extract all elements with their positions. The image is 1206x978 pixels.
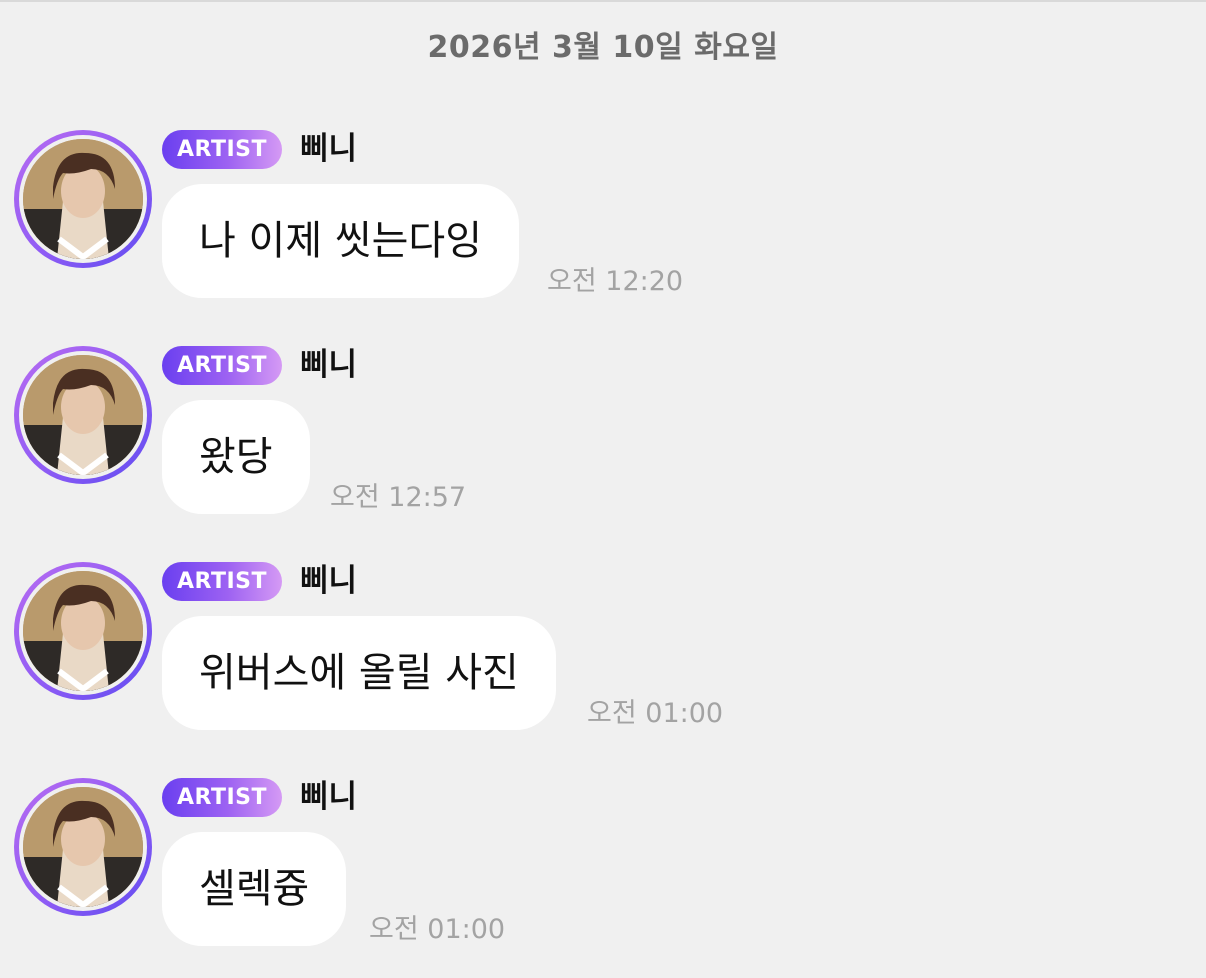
artist-photo-icon bbox=[23, 139, 143, 259]
message-timestamp: 오전 12:57 bbox=[330, 482, 467, 513]
sender-name[interactable]: 삐니 bbox=[300, 130, 357, 169]
message-bubble[interactable]: 왔당 bbox=[162, 400, 310, 514]
artist-photo-icon bbox=[23, 571, 143, 691]
message-row: ARTIST 삐니 위버스에 올릴 사진 오전 01:00 bbox=[0, 562, 1206, 762]
sender-name[interactable]: 삐니 bbox=[300, 778, 357, 817]
artist-badge: ARTIST bbox=[162, 778, 282, 817]
artist-photo-icon bbox=[23, 787, 143, 907]
date-header: 2026년 3월 10일 화요일 bbox=[427, 30, 779, 65]
message-timestamp: 오전 01:00 bbox=[369, 914, 506, 945]
artist-badge: ARTIST bbox=[162, 562, 282, 601]
message-bubble[interactable]: 셀렉즁 bbox=[162, 832, 347, 946]
avatar[interactable] bbox=[14, 130, 152, 268]
artist-badge: ARTIST bbox=[162, 346, 282, 385]
sender-name[interactable]: 삐니 bbox=[300, 562, 357, 601]
artist-badge: ARTIST bbox=[162, 130, 282, 169]
message-bubble[interactable]: 위버스에 올릴 사진 bbox=[162, 616, 556, 730]
message-timestamp: 오전 01:00 bbox=[587, 698, 724, 729]
message-timestamp: 오전 12:20 bbox=[547, 266, 684, 297]
avatar[interactable] bbox=[14, 562, 152, 700]
avatar[interactable] bbox=[14, 778, 152, 916]
top-divider bbox=[0, 0, 1206, 2]
message-bubble[interactable]: 나 이제 씻는다잉 bbox=[162, 184, 520, 298]
message-row: ARTIST 삐니 나 이제 씻는다잉 오전 12:20 bbox=[0, 130, 1206, 330]
artist-photo-icon bbox=[23, 355, 143, 475]
message-row: ARTIST 삐니 셀렉즁 오전 01:00 bbox=[0, 778, 1206, 978]
message-row: ARTIST 삐니 왔당 오전 12:57 bbox=[0, 346, 1206, 546]
avatar[interactable] bbox=[14, 346, 152, 484]
sender-name[interactable]: 삐니 bbox=[300, 346, 357, 385]
